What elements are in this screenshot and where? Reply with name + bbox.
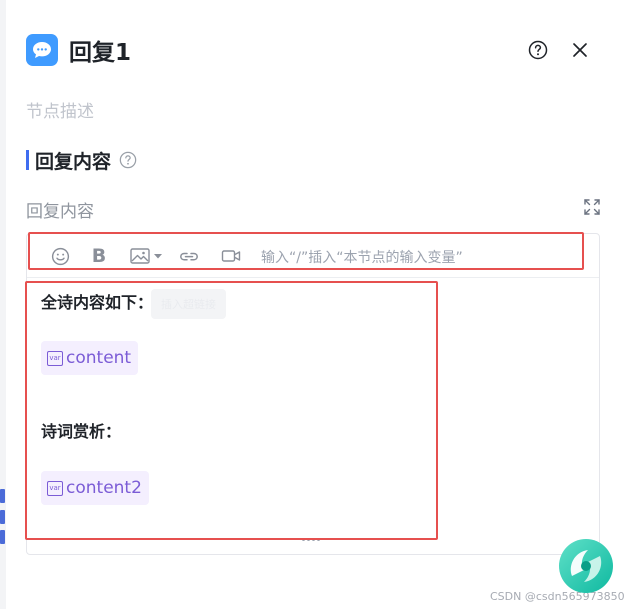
chat-bubble-icon [26, 34, 58, 66]
section-accent-bar [26, 150, 29, 170]
question-circle-icon[interactable] [527, 39, 549, 61]
node-description-input[interactable]: 节点描述 [26, 97, 94, 122]
content-text-line[interactable]: 全诗内容如下： [41, 289, 153, 313]
close-button[interactable] [569, 39, 591, 61]
variable-icon: var [47, 350, 63, 366]
assistant-logo-icon[interactable] [558, 538, 614, 594]
close-icon [573, 43, 587, 57]
question-circle-icon[interactable] [119, 151, 137, 169]
image-button[interactable] [130, 246, 164, 266]
content-text-line[interactable]: 诗词赏析： [41, 418, 121, 442]
image-icon [130, 248, 150, 264]
link-tooltip: 插入超链接 [151, 289, 226, 319]
bold-button[interactable]: B [89, 245, 109, 267]
emoji-icon[interactable] [49, 246, 71, 266]
fullscreen-icon[interactable] [583, 198, 601, 216]
video-icon[interactable] [220, 246, 242, 266]
left-edge-marker [0, 510, 5, 524]
caret-down-icon [154, 254, 162, 259]
variable-icon: var [47, 480, 63, 496]
panel-header: 回复1 [26, 34, 131, 66]
editor-toolbar: B 输入“/”插入“本节点的输入变量” [27, 234, 599, 278]
node-title[interactable]: 回复1 [69, 33, 131, 67]
editor-resize-handle[interactable] [302, 538, 322, 544]
link-icon[interactable] [178, 246, 200, 266]
reply-content-editor[interactable]: B 输入“/”插入“本节点的输入变量” [26, 233, 600, 555]
left-edge-marker [0, 530, 5, 544]
variable-name: content2 [66, 478, 142, 498]
left-edge-marker [0, 489, 5, 503]
variable-tag[interactable]: var content [41, 341, 139, 375]
variable-tag[interactable]: var content2 [41, 471, 149, 505]
section-title-text: 回复内容 [35, 150, 112, 173]
field-label-reply-content: 回复内容 [26, 202, 94, 222]
toolbar-hint-text: 输入“/”插入“本节点的输入变量” [261, 250, 463, 266]
variable-name: content [66, 348, 132, 368]
node-config-panel: 回复1 节点描述 回复内容 回复内容 B 输入“/”插入“本节点的输入变量” 插… [6, 0, 624, 609]
section-title-reply-content: 回复内容 [26, 148, 137, 173]
